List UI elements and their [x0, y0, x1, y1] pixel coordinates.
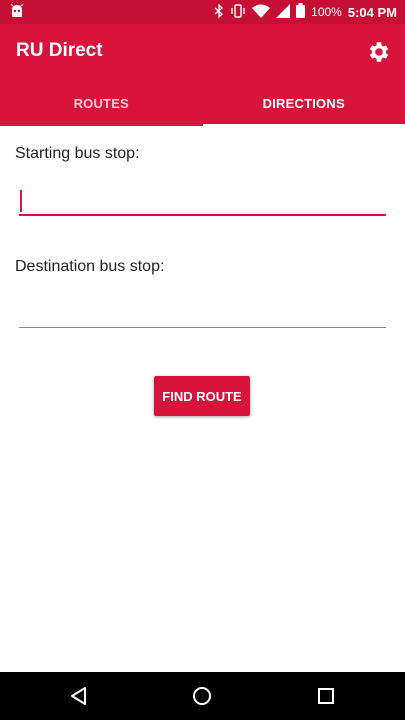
destination-stop-input[interactable] — [19, 288, 386, 328]
find-route-button[interactable]: FIND ROUTE — [154, 376, 250, 416]
back-icon[interactable] — [67, 684, 91, 708]
starting-stop-label: Starting bus stop: — [15, 145, 140, 162]
gear-icon[interactable] — [365, 38, 393, 66]
tab-routes[interactable]: ROUTES — [0, 80, 203, 126]
app-bar: RU Direct — [0, 24, 405, 80]
wifi-icon — [252, 4, 271, 21]
bluetooth-icon — [214, 2, 224, 21]
signal-icon — [276, 3, 291, 21]
android-debug-icon — [10, 3, 24, 21]
tab-bar: ROUTES DIRECTIONS — [0, 80, 405, 126]
clock-time: 5:04 PM — [347, 4, 397, 20]
navigation-bar — [0, 672, 405, 720]
destination-stop-underline — [19, 327, 386, 328]
battery-percent: 100% — [311, 5, 342, 19]
starting-stop-underline — [19, 214, 386, 216]
app-title: RU Direct — [16, 40, 103, 61]
home-icon[interactable] — [190, 684, 214, 708]
tab-directions[interactable]: DIRECTIONS — [202, 80, 405, 126]
vibrate-icon — [230, 3, 246, 21]
destination-stop-label: Destination bus stop: — [15, 258, 165, 275]
status-bar: 100% 5:04 PM — [0, 0, 405, 24]
starting-stop-input[interactable] — [19, 178, 386, 218]
recents-icon[interactable] — [314, 684, 338, 708]
text-cursor — [20, 190, 22, 212]
battery-icon — [296, 3, 306, 21]
